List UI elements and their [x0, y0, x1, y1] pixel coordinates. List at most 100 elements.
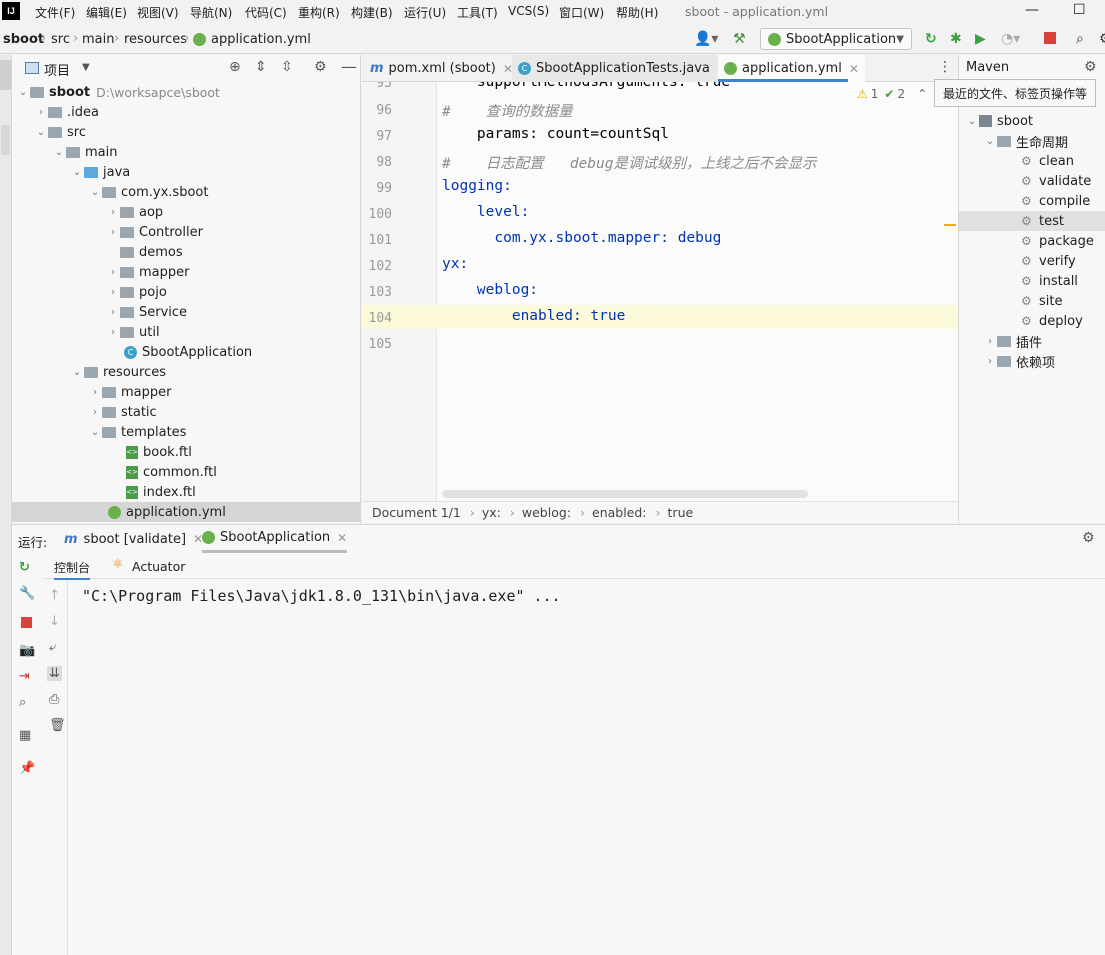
maven-goal-validate[interactable]: ⚙ validate [1021, 171, 1091, 191]
tab-pom-xml[interactable]: m pom.xml (sboot) ✕ [364, 55, 519, 82]
expand-all-icon[interactable]: ⇕ [255, 59, 267, 75]
search-icon[interactable]: ⌕ [1076, 31, 1084, 47]
trash-icon[interactable]: 🗑 [49, 718, 66, 733]
stop-icon[interactable] [1044, 32, 1056, 44]
stop-icon[interactable] [21, 617, 32, 628]
console-output[interactable]: "C:\Program Files\Java\jdk1.8.0_131\bin\… [82, 587, 561, 605]
run-tab-sbootapplication[interactable]: SbootApplication ✕ [202, 525, 348, 553]
breadcrumb-project[interactable]: sboot [3, 32, 44, 47]
document-indicator[interactable]: Document 1/1 [372, 505, 461, 520]
tree-item-main[interactable]: ⌄ main [52, 142, 118, 162]
maven-goal-test[interactable]: ⚙ test [959, 211, 1105, 231]
maven-goal-clean[interactable]: ⚙ clean [1021, 151, 1074, 171]
maven-goal-package[interactable]: ⚙ package [1021, 231, 1094, 251]
wrench-icon[interactable]: 🔧 [19, 586, 35, 601]
settings-gear-icon[interactable]: ⚙ [1084, 59, 1097, 75]
maven-goal-verify[interactable]: ⚙ verify [1021, 251, 1076, 271]
tree-item-java[interactable]: ⌄ java [70, 162, 130, 182]
yaml-path-weblog[interactable]: weblog: [522, 505, 571, 520]
tree-item-util[interactable]: › util [106, 322, 160, 342]
maven-root[interactable]: ⌄ sboot [965, 111, 1033, 131]
tree-item-resources[interactable]: ⌄ resources [70, 362, 166, 382]
close-icon[interactable]: ✕ [337, 531, 347, 545]
tree-item-package[interactable]: ⌄ com.yx.sboot [88, 182, 209, 202]
breadcrumb-src[interactable]: src [51, 32, 70, 47]
more-tabs-icon[interactable]: ⋮ [938, 59, 952, 75]
tree-item-service[interactable]: › Service [106, 302, 187, 322]
tab-sbootapplicationtests[interactable]: C SbootApplicationTests.java ✕ [512, 55, 733, 82]
minimize-button[interactable]: — [1025, 2, 1039, 18]
tree-item-book-ftl[interactable]: <> book.ftl [126, 442, 192, 462]
menu-file[interactable]: 文件(F) [35, 4, 75, 21]
maven-goal-deploy[interactable]: ⚙ deploy [1021, 311, 1083, 331]
chevron-down-icon[interactable]: ▼ [82, 62, 90, 73]
tree-item-resources-mapper[interactable]: › mapper [88, 382, 171, 402]
project-tool-button[interactable] [0, 60, 11, 90]
tree-item-static[interactable]: › static [88, 402, 157, 422]
maven-lifecycle[interactable]: ⌄ 生命周期 [983, 131, 1068, 151]
scroll-to-end-icon[interactable]: ⇊ [47, 666, 62, 681]
maven-goal-install[interactable]: ⚙ install [1021, 271, 1078, 291]
tree-item-application-yml[interactable]: application.yml [108, 502, 226, 522]
bookmarks-tool-button[interactable] [1, 125, 10, 155]
inspect-icon[interactable]: ⌕ [19, 695, 26, 710]
rerun-icon[interactable]: ↻ [925, 31, 937, 47]
tab-application-yml[interactable]: application.yml ✕ [718, 55, 865, 82]
menu-tools[interactable]: 工具(T) [457, 4, 498, 21]
tree-item-aop[interactable]: › aop [106, 202, 163, 222]
tree-item-sboot[interactable]: ⌄ sboot D:\worksapce\sboot [16, 82, 220, 102]
run-configuration-selector[interactable]: SbootApplication ▼ [760, 28, 912, 50]
menu-edit[interactable]: 编辑(E) [86, 4, 127, 21]
tree-item-sbootapplication[interactable]: C SbootApplication [124, 342, 252, 362]
menu-help[interactable]: 帮助(H) [616, 4, 658, 21]
hide-panel-icon[interactable]: — [341, 57, 357, 76]
tab-actuator[interactable]: Actuator [132, 559, 185, 574]
tree-item-templates[interactable]: ⌄ templates [88, 422, 187, 442]
settings-gear-icon[interactable]: ⚙ [314, 59, 327, 75]
breadcrumb-file[interactable]: application.yml [211, 32, 311, 47]
tree-item-pojo[interactable]: › pojo [106, 282, 167, 302]
run-tab-validate[interactable]: m sboot [validate] ✕ [64, 525, 203, 553]
settings-gear-icon[interactable]: ⚙ [1099, 31, 1105, 47]
locate-target-icon[interactable]: ⊕ [229, 59, 241, 75]
maximize-button[interactable]: ☐ [1073, 2, 1086, 18]
camera-icon[interactable]: 📷 [19, 643, 35, 658]
menu-navigate[interactable]: 导航(N) [190, 4, 232, 21]
layout-icon[interactable]: ▦ [19, 728, 31, 743]
menu-view[interactable]: 视图(V) [137, 4, 179, 21]
arrow-down-icon[interactable]: ↓ [49, 614, 60, 629]
exit-icon[interactable]: ⇥ [19, 669, 30, 684]
menu-run[interactable]: 运行(U) [404, 4, 446, 21]
menu-vcs[interactable]: VCS(S) [508, 4, 549, 18]
debug-bug-icon[interactable]: ✱ [950, 31, 962, 47]
settings-gear-icon[interactable]: ⚙ [1082, 530, 1095, 546]
breadcrumb-resources[interactable]: resources [124, 32, 187, 47]
tree-item-index-ftl[interactable]: <> index.ftl [126, 482, 196, 502]
project-view-label[interactable]: 项目 [44, 60, 70, 79]
maven-goal-compile[interactable]: ⚙ compile [1021, 191, 1090, 211]
pin-icon[interactable]: 📌 [19, 761, 35, 776]
tree-item-common-ftl[interactable]: <> common.ftl [126, 462, 217, 482]
tree-item-src[interactable]: ⌄ src [34, 122, 86, 142]
maven-goal-site[interactable]: ⚙ site [1021, 291, 1062, 311]
tree-item-controller[interactable]: › Controller [106, 222, 203, 242]
coverage-icon[interactable]: ▶ [975, 31, 986, 47]
inspection-widget[interactable]: ⚠ 1 ✔ 2 ⌃ [857, 87, 927, 101]
tree-item-mapper[interactable]: › mapper [106, 262, 189, 282]
maven-dependencies[interactable]: › 依赖项 [983, 351, 1055, 371]
profile-icon[interactable]: ◔▾ [1001, 31, 1020, 47]
maven-plugins[interactable]: › 插件 [983, 331, 1042, 351]
arrow-up-icon[interactable]: ↑ [49, 588, 60, 603]
menu-refactor[interactable]: 重构(R) [298, 4, 340, 21]
horizontal-scrollbar[interactable] [442, 490, 808, 498]
tree-item-idea[interactable]: › .idea [34, 102, 99, 122]
collapse-all-icon[interactable]: ⇳ [281, 59, 293, 75]
menu-code[interactable]: 代码(C) [245, 4, 287, 21]
tab-console[interactable]: 控制台 [54, 559, 91, 580]
print-icon[interactable]: ⎙ [49, 692, 59, 707]
menu-build[interactable]: 构建(B) [351, 4, 393, 21]
yaml-path-yx[interactable]: yx: [482, 505, 501, 520]
yaml-path-value[interactable]: true [668, 505, 694, 520]
tree-item-demos[interactable]: demos [106, 242, 183, 262]
rerun-icon[interactable]: ↻ [19, 560, 30, 575]
